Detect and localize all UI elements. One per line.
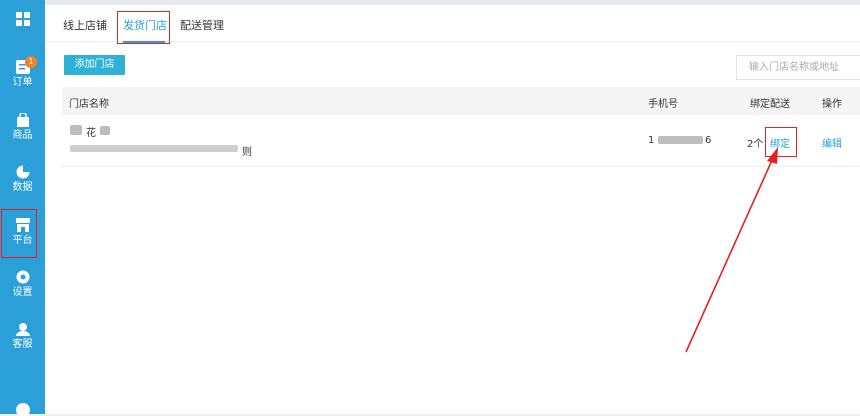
annotation-arrow <box>685 147 778 353</box>
